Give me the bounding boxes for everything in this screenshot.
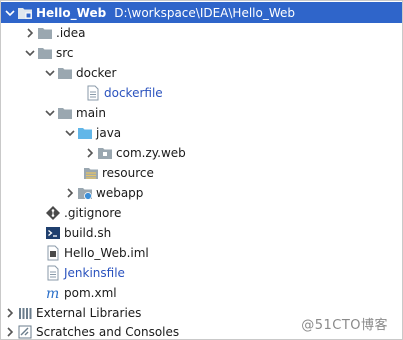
tree-item-label: webapp — [96, 186, 144, 200]
tree-item-label: src — [56, 46, 74, 60]
tree-item-project-root[interactable]: Hello_Web D:\workspace\IDEA\Hello_Web — [1, 2, 402, 23]
watermark: @51CTO博客 — [301, 318, 388, 333]
shell-icon — [45, 225, 61, 241]
scratches-icon — [17, 324, 33, 340]
tree-item-label: docker — [76, 66, 117, 80]
file-icon — [45, 245, 61, 261]
tree-item-label: Hello_Web.iml — [64, 246, 149, 260]
tree-item-label: .idea — [56, 26, 86, 40]
project-path: D:\workspace\IDEA\Hello_Web — [114, 5, 296, 20]
tree-item-label: com.zy.web — [116, 146, 186, 160]
tree-item-label: java — [96, 126, 122, 140]
chevron-down-icon[interactable] — [63, 125, 77, 141]
svg-text:m: m — [46, 286, 59, 301]
chevron-down-icon[interactable] — [3, 5, 17, 21]
module-folder-icon — [17, 5, 33, 21]
folder-icon — [37, 25, 53, 41]
chevron-right-icon[interactable] — [83, 145, 97, 161]
tree-item-label: resource — [102, 166, 154, 180]
tree-item-build[interactable]: build.sh — [1, 223, 402, 243]
tree-item-webapp[interactable]: webapp — [1, 183, 402, 203]
tree-item-java[interactable]: java — [1, 123, 402, 143]
tree-item-label: dockerfile — [104, 86, 163, 100]
tree-item-gitignore[interactable]: .gitignore — [1, 203, 402, 223]
package-icon — [97, 145, 113, 161]
chevron-down-icon[interactable] — [23, 45, 37, 61]
tree-item-dockerfile[interactable]: dockerfile — [1, 83, 402, 103]
tree-item-src[interactable]: src — [1, 43, 402, 63]
chevron-down-icon[interactable] — [43, 105, 57, 121]
tree-item-label: build.sh — [64, 226, 112, 240]
tree-item-pom[interactable]: m pom.xml — [1, 283, 402, 303]
file-icon — [85, 85, 101, 101]
chevron-right-icon[interactable] — [23, 25, 37, 41]
source-folder-icon — [77, 125, 93, 141]
tree-item-docker[interactable]: docker — [1, 63, 402, 83]
folder-icon — [37, 45, 53, 61]
folder-icon — [57, 105, 73, 121]
git-icon — [45, 205, 61, 221]
file-icon — [45, 265, 61, 281]
chevron-right-icon[interactable] — [3, 305, 17, 321]
resource-folder-icon — [83, 165, 99, 181]
tree-item-iml[interactable]: Hello_Web.iml — [1, 243, 402, 263]
tree-item-label: .gitignore — [64, 206, 122, 220]
project-name: Hello_Web — [36, 5, 107, 20]
tree-item-label: Jenkinsfile — [64, 266, 125, 280]
web-folder-icon — [77, 185, 93, 201]
chevron-right-icon[interactable] — [3, 324, 17, 340]
tree-item-jenkinsfile[interactable]: Jenkinsfile — [1, 263, 402, 283]
tree-item-package[interactable]: com.zy.web — [1, 143, 402, 163]
tree-item-label: pom.xml — [64, 286, 117, 300]
tree-item-label: External Libraries — [36, 306, 142, 320]
tree-item-main[interactable]: main — [1, 103, 402, 123]
project-tool-window: Hello_Web D:\workspace\IDEA\Hello_Web .i… — [0, 0, 403, 340]
chevron-right-icon[interactable] — [63, 185, 77, 201]
folder-icon — [57, 65, 73, 81]
tree-item-label: Scratches and Consoles — [36, 325, 180, 339]
libraries-icon — [17, 305, 33, 321]
chevron-down-icon[interactable] — [43, 65, 57, 81]
tree-item-idea[interactable]: .idea — [1, 23, 402, 43]
tree-item-resource[interactable]: resource — [1, 163, 402, 183]
maven-icon: m — [45, 285, 61, 301]
tree-item-label: main — [76, 106, 106, 120]
